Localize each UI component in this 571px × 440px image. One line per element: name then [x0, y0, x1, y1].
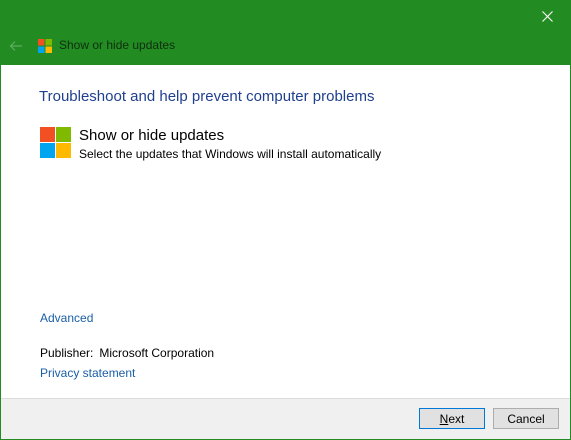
- troubleshooter-description: Select the updates that Windows will ins…: [79, 147, 382, 161]
- close-button[interactable]: [524, 1, 570, 31]
- next-label-rest: ext: [448, 411, 465, 426]
- next-mnemonic: N: [439, 411, 449, 426]
- window-title: Show or hide updates: [59, 38, 176, 52]
- privacy-statement-link[interactable]: Privacy statement: [40, 366, 135, 380]
- next-button[interactable]: Next: [419, 408, 485, 429]
- footer-bar: Next Cancel: [1, 398, 570, 439]
- advanced-link[interactable]: Advanced: [40, 311, 93, 325]
- close-icon: [541, 10, 553, 22]
- windows-logo-icon: [38, 39, 52, 53]
- back-button[interactable]: [5, 35, 27, 57]
- troubleshooter-window: Show or hide updates Troubleshoot and he…: [0, 0, 571, 440]
- publisher-label: Publisher:: [40, 346, 94, 360]
- publisher-info: Publisher: Microsoft Corporation: [40, 346, 214, 360]
- troubleshooter-title: Show or hide updates: [79, 127, 225, 144]
- windows-logo-icon: [40, 127, 71, 158]
- page-heading: Troubleshoot and help prevent computer p…: [39, 88, 375, 105]
- back-arrow-icon: [9, 41, 22, 51]
- title-bar: Show or hide updates: [1, 1, 570, 65]
- publisher-value: Microsoft Corporation: [99, 346, 215, 360]
- cancel-button[interactable]: Cancel: [493, 408, 559, 429]
